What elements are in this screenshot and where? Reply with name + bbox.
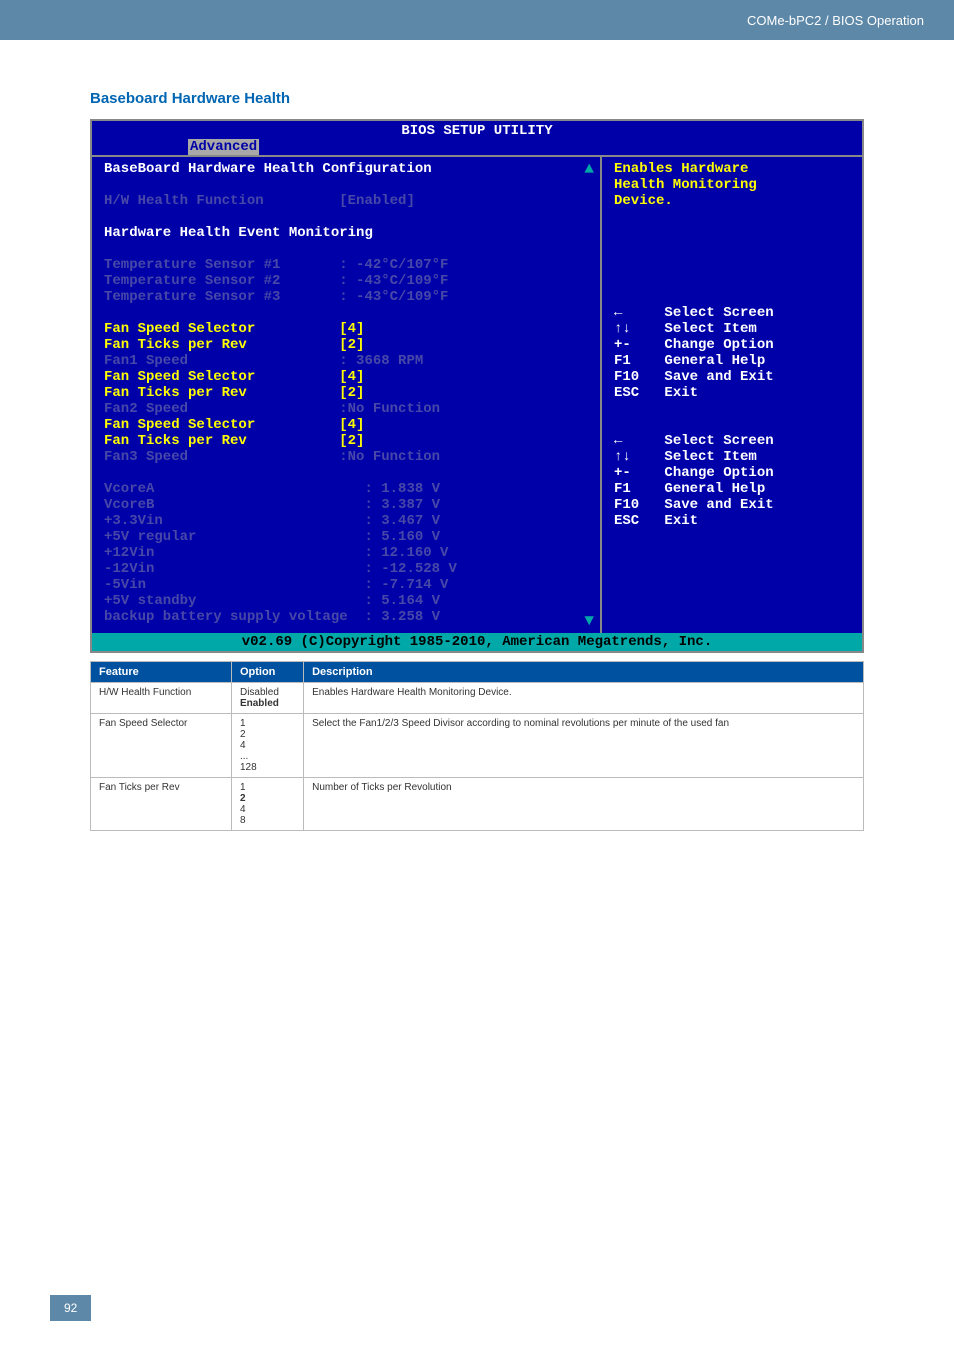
table-row: H/W Health FunctionDisabledEnabledEnable… [91,683,864,714]
voltage-row: +5V standby : 5.164 V [104,593,588,609]
page-body: Baseboard Hardware Health BIOS SETUP UTI… [0,40,954,831]
cell-feature: H/W Health Function [91,683,232,714]
fan-row: Fan2 Speed :No Function [104,401,588,417]
bios-title: BIOS SETUP UTILITY [92,121,862,139]
temp-row: Temperature Sensor #1 : -42°C/107°F [104,257,588,273]
bios-tab-row: Advanced [92,139,862,155]
fan-row[interactable]: Fan Ticks per Rev [2] [104,337,588,353]
bios-blank [614,273,850,289]
bios-blank [104,465,588,481]
page-number: 92 [50,1295,91,1321]
cell-description: Number of Ticks per Revolution [304,778,864,831]
fan-row[interactable]: Fan Speed Selector [4] [104,321,588,337]
nav-row: ← Select Screen [614,433,850,449]
voltage-row: backup battery supply voltage : 3.258 V [104,609,588,625]
table-row: Fan Ticks per Rev1248Number of Ticks per… [91,778,864,831]
bios-blank [104,177,588,193]
cell-option: 124...128 [231,714,303,778]
bios-left-panel: ▲ BaseBoard Hardware Health Configuratio… [92,155,602,633]
table-header-row: Feature Option Description [91,662,864,683]
page-header: COMe-bPC2 / BIOS Operation [0,0,954,40]
help-text-2: Health Monitoring [614,177,850,193]
bios-blank [614,225,850,241]
bios-main: ▲ BaseBoard Hardware Health Configuratio… [92,155,862,633]
nav-row: ESC Exit [614,513,850,529]
fan-row[interactable]: Fan Ticks per Rev [2] [104,385,588,401]
voltage-row: +3.3Vin : 3.467 V [104,513,588,529]
bios-blank [614,241,850,257]
hw-health-label: H/W Health Function [104,193,339,209]
cell-option: 1248 [231,778,303,831]
feature-table: Feature Option Description H/W Health Fu… [90,661,864,831]
nav-row: F1 General Help [614,353,850,369]
bios-right-panel: Enables Hardware Health Monitoring Devic… [602,155,862,633]
th-feature: Feature [91,662,232,683]
fan-row[interactable]: Fan Speed Selector [4] [104,369,588,385]
voltage-row: VcoreA : 1.838 V [104,481,588,497]
fan-row[interactable]: Fan Ticks per Rev [2] [104,433,588,449]
bios-blank [614,401,850,417]
voltage-row: -12Vin : -12.528 V [104,561,588,577]
scroll-up-icon[interactable]: ▲ [584,161,594,177]
bios-blank [614,417,850,433]
cell-option: DisabledEnabled [231,683,303,714]
voltage-row: -5Vin : -7.714 V [104,577,588,593]
bios-blank [614,209,850,225]
help-text-1: Enables Hardware [614,161,850,177]
nav-row: F10 Save and Exit [614,497,850,513]
nav-row: +- Change Option [614,337,850,353]
bios-main-heading: BaseBoard Hardware Health Configuration [104,161,588,177]
th-description: Description [304,662,864,683]
temp-row: Temperature Sensor #2 : -43°C/109°F [104,273,588,289]
nav-row: ↑↓ Select Item [614,321,850,337]
bios-blank [104,305,588,321]
nav-row: ← Select Screen [614,305,850,321]
header-product: COMe-bPC2 / BIOS Operation [747,13,924,28]
fan-row: Fan3 Speed :No Function [104,449,588,465]
fan-row: Fan1 Speed : 3668 RPM [104,353,588,369]
fan-row[interactable]: Fan Speed Selector [4] [104,417,588,433]
nav-row: F1 General Help [614,481,850,497]
voltage-row: VcoreB : 3.387 V [104,497,588,513]
bios-screen: BIOS SETUP UTILITY Advanced ▲ BaseBoard … [90,119,864,653]
bios-blank [104,241,588,257]
scroll-down-icon[interactable]: ▼ [584,613,594,629]
nav-row: ↑↓ Select Item [614,449,850,465]
cell-feature: Fan Ticks per Rev [91,778,232,831]
monitoring-heading: Hardware Health Event Monitoring [104,225,588,241]
voltage-row: +5V regular : 5.160 V [104,529,588,545]
cell-feature: Fan Speed Selector [91,714,232,778]
help-text-3: Device. [614,193,850,209]
bios-blank [104,209,588,225]
bios-tab-advanced[interactable]: Advanced [188,139,259,155]
bios-blank [614,257,850,273]
hw-health-row[interactable]: H/W Health Function [Enabled] [104,193,588,209]
bios-blank [614,289,850,305]
temp-row: Temperature Sensor #3 : -43°C/109°F [104,289,588,305]
voltage-row: +12Vin : 12.160 V [104,545,588,561]
cell-description: Enables Hardware Health Monitoring Devic… [304,683,864,714]
cell-description: Select the Fan1/2/3 Speed Divisor accord… [304,714,864,778]
nav-row: +- Change Option [614,465,850,481]
hw-health-value: [Enabled] [339,193,415,209]
bios-copyright: v02.69 (C)Copyright 1985-2010, American … [92,633,862,651]
nav-row: ESC Exit [614,385,850,401]
table-row: Fan Speed Selector124...128Select the Fa… [91,714,864,778]
section-title: Baseboard Hardware Health [90,90,864,107]
nav-row: F10 Save and Exit [614,369,850,385]
th-option: Option [231,662,303,683]
